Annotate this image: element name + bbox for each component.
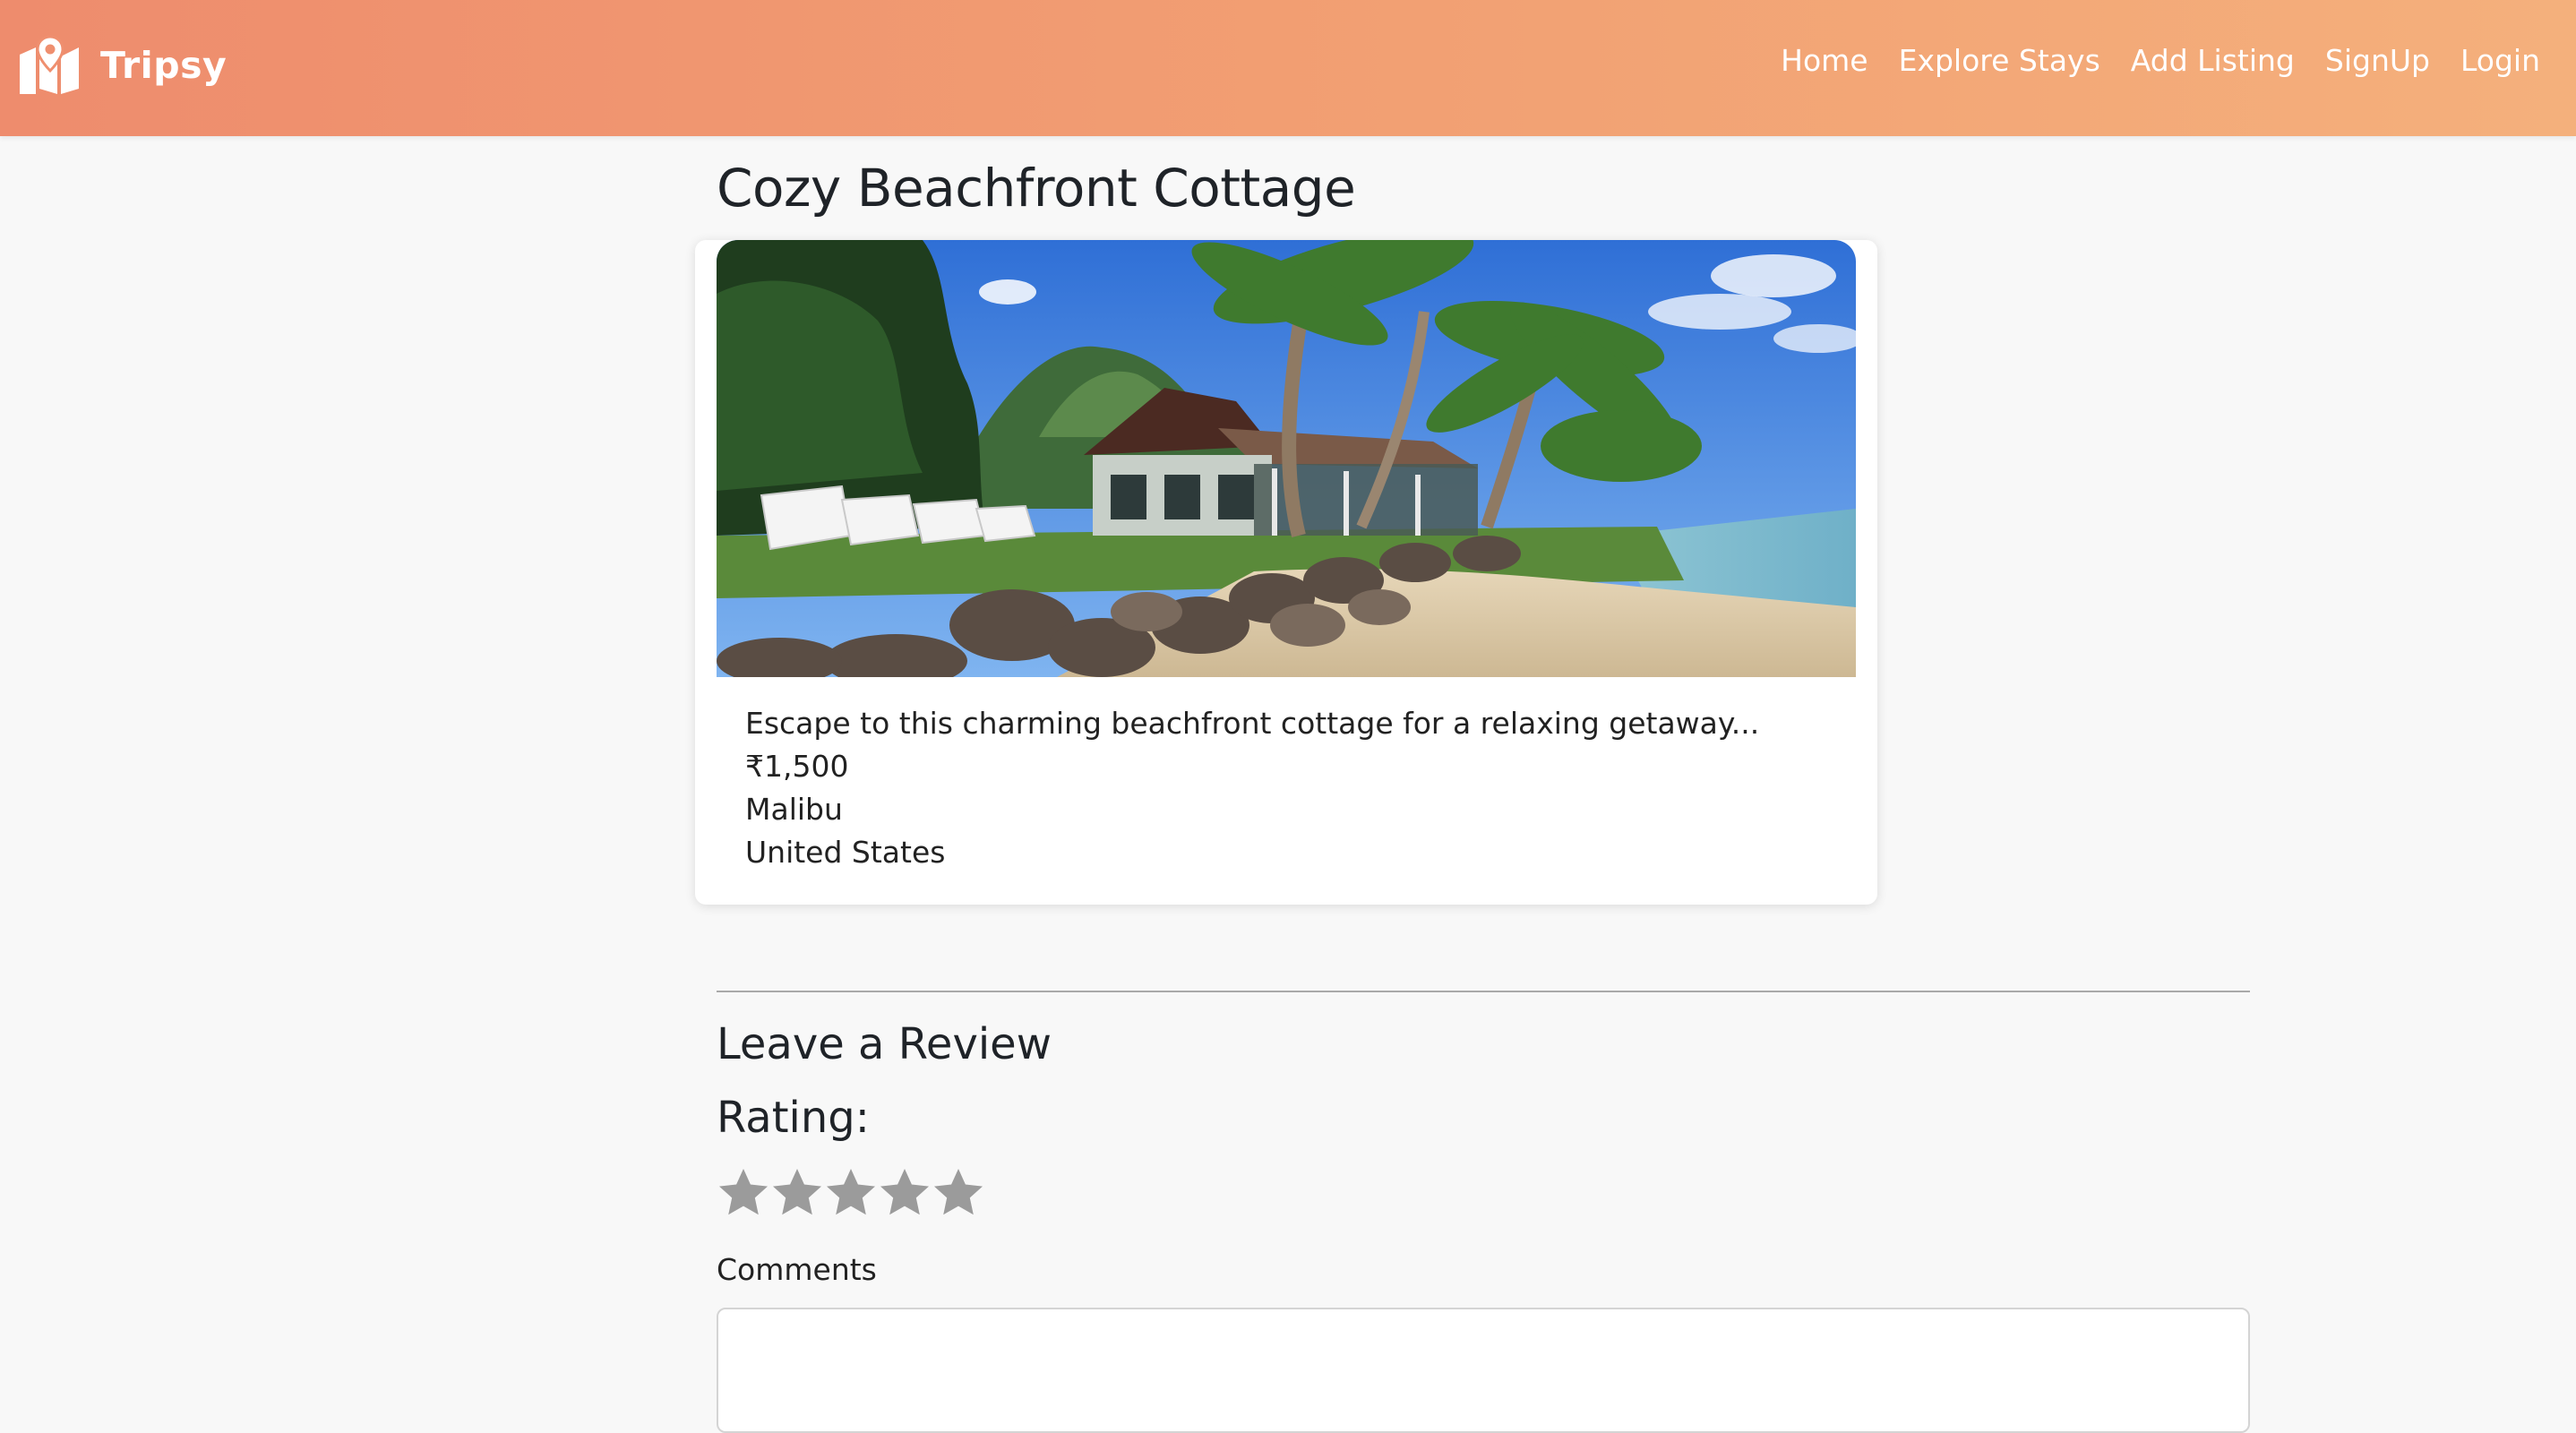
nav-login[interactable]: Login xyxy=(2460,43,2540,78)
star-icon-3[interactable] xyxy=(824,1166,878,1220)
brand-name: Tripsy xyxy=(100,44,228,87)
nav-add-listing[interactable]: Add Listing xyxy=(2131,43,2295,78)
comments-field[interactable] xyxy=(717,1308,2250,1433)
map-pin-icon xyxy=(18,35,82,96)
star-icon-4[interactable] xyxy=(878,1166,932,1220)
listing-location: Malibu xyxy=(745,792,843,827)
listing-country: United States xyxy=(745,835,946,870)
comments-label: Comments xyxy=(717,1252,877,1287)
star-icon-2[interactable] xyxy=(770,1166,824,1220)
rating-label: Rating: xyxy=(717,1093,870,1143)
listing-card: Escape to this charming beachfront cotta… xyxy=(695,240,1877,905)
nav-links: Home Explore Stays Add Listing SignUp Lo… xyxy=(1750,43,2540,78)
listing-title: Cozy Beachfront Cottage xyxy=(717,158,1356,219)
section-divider xyxy=(717,991,2250,992)
nav-signup[interactable]: SignUp xyxy=(2325,43,2430,78)
nav-explore-stays[interactable]: Explore Stays xyxy=(1899,43,2100,78)
brand[interactable]: Tripsy xyxy=(18,34,227,97)
star-rating xyxy=(717,1166,985,1220)
navbar: Tripsy Home Explore Stays Add Listing Si… xyxy=(0,0,2576,136)
listing-details: Escape to this charming beachfront cotta… xyxy=(745,702,1759,874)
listing-price: ₹1,500 xyxy=(745,749,849,784)
listing-description: Escape to this charming beachfront cotta… xyxy=(745,706,1760,741)
star-icon-5[interactable] xyxy=(932,1166,985,1220)
review-heading: Leave a Review xyxy=(717,1019,1052,1069)
listing-image xyxy=(717,240,1856,677)
star-icon-1[interactable] xyxy=(717,1166,770,1220)
nav-home[interactable]: Home xyxy=(1781,43,1868,78)
